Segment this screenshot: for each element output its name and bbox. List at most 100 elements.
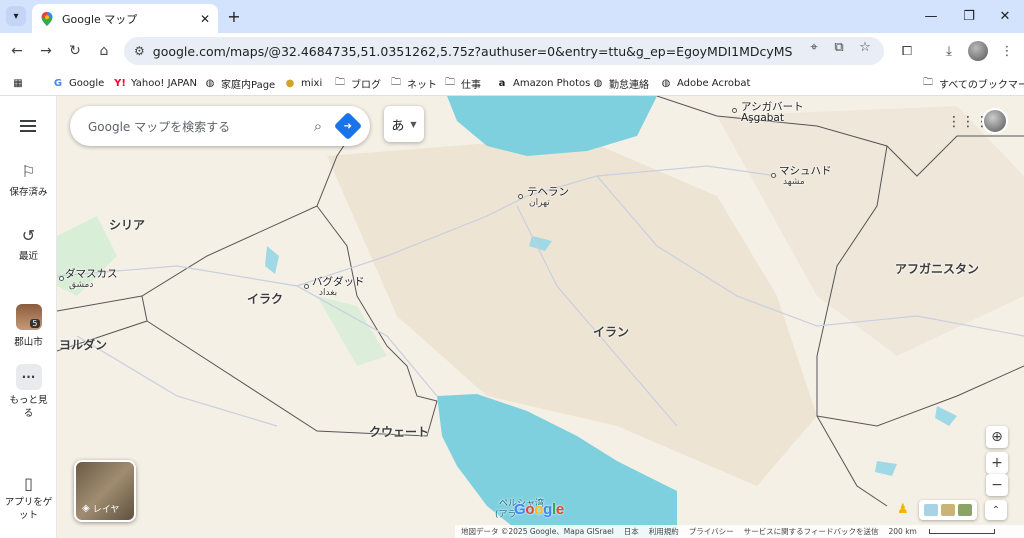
mixi-icon: ●	[285, 77, 295, 89]
back-button[interactable]: ←	[6, 40, 28, 62]
map-label-iran[interactable]: イラン	[593, 323, 629, 340]
history-icon: ↺	[21, 226, 36, 245]
scale-bar	[928, 529, 995, 534]
map-label-afghanistan[interactable]: アフガニスタン	[895, 260, 979, 277]
folder-icon: 🗀	[445, 76, 455, 88]
terms-link[interactable]: 利用規約	[649, 526, 679, 537]
google-maps-icon	[41, 11, 53, 26]
globe-icon: ◍	[661, 77, 671, 89]
directions-icon[interactable]: ➜	[333, 111, 363, 141]
imagery-thumbnails[interactable]	[919, 500, 977, 520]
map-search-box[interactable]: Google マップを検索する ⌕ ➜	[70, 106, 370, 146]
reload-button[interactable]: ↻	[64, 40, 86, 62]
account-avatar[interactable]	[982, 108, 1008, 134]
tab-google-maps[interactable]: Google マップ ✕	[32, 4, 218, 33]
map-label-mashhad-local: مشهد	[783, 177, 805, 187]
map-label-baghdad[interactable]: バグダッド	[312, 274, 365, 289]
city-marker-mashhad[interactable]	[771, 173, 776, 178]
bookmark-folder-blog[interactable]: 🗀 ブログ	[334, 74, 381, 92]
zoom-out-button[interactable]: −	[986, 474, 1008, 496]
address-bar[interactable]: ⚙ google.com/maps/@32.4684735,51.0351262…	[124, 37, 884, 65]
browser-toolbar: ← → ↻ ⌂ ⚙ google.com/maps/@32.4684735,51…	[0, 33, 1024, 69]
imagery-thumb-2[interactable]	[940, 504, 955, 516]
bookmark-amazon-photos[interactable]: a Amazon Photos	[496, 74, 591, 92]
layers-button[interactable]: ◈ レイヤ	[74, 460, 136, 522]
map-terrain	[57, 96, 1024, 538]
map-label-damascus[interactable]: ダマスカス	[65, 266, 118, 281]
imagery-thumb-1[interactable]	[923, 504, 938, 516]
home-button[interactable]: ⌂	[93, 40, 115, 62]
search-icon[interactable]: ⌕	[304, 117, 332, 135]
bookmark-home-page[interactable]: ◍ 家庭内Page	[204, 74, 276, 92]
bookmark-folder-work[interactable]: 🗀 仕事	[444, 74, 481, 92]
map-label-jordan[interactable]: ヨルダン	[59, 336, 107, 353]
city-marker-ashgabat[interactable]	[732, 108, 737, 113]
download-icon[interactable]: ⤓	[938, 40, 960, 62]
map-footer: 地図データ ©2025 Google、Mapa GISrael 日本 利用規約 …	[455, 525, 1024, 538]
forward-button[interactable]: →	[35, 40, 57, 62]
all-bookmarks-folder[interactable]: 🗀すべてのブックマーク	[922, 74, 1024, 92]
feedback-link[interactable]: サービスに関するフィードバックを送信	[744, 526, 879, 537]
bookmark-google[interactable]: G Google	[52, 74, 104, 92]
url-text[interactable]: google.com/maps/@32.4684735,51.0351262,5…	[153, 44, 793, 59]
google-logo: Google	[514, 501, 564, 518]
more-dots-icon: ···	[15, 364, 42, 390]
pegman-icon[interactable]: ♟	[897, 502, 913, 520]
city-marker-damascus[interactable]	[59, 276, 64, 281]
install-app-icon[interactable]: ⧉	[831, 39, 847, 55]
google-apps-icon[interactable]: ⋮⋮⋮	[947, 114, 989, 130]
bookmark-adobe-acrobat[interactable]: ◍ Adobe Acrobat	[660, 74, 751, 92]
sidebar-item-get-app[interactable]: ▯ アプリをゲット	[0, 474, 57, 522]
privacy-link[interactable]: プライバシー	[689, 526, 734, 537]
city-marker-baghdad[interactable]	[304, 284, 309, 289]
new-tab-button[interactable]: +	[224, 6, 244, 26]
map-label-mashhad[interactable]: マシュハド	[779, 163, 832, 178]
folder-icon: 🗀	[335, 76, 345, 88]
scale-label[interactable]: 200 km	[889, 527, 1005, 536]
zoom-in-button[interactable]: +	[986, 452, 1008, 474]
profile-avatar[interactable]	[968, 41, 988, 61]
sidebar-item-koriyama[interactable]: 5 郡山市	[0, 304, 57, 348]
close-window-button[interactable]: ✕	[986, 0, 1024, 33]
sidebar-item-recent[interactable]: ↺ 最近	[0, 226, 57, 262]
layers-icon: ◈	[82, 503, 90, 514]
sidebar-item-more[interactable]: ··· もっと見る	[0, 364, 57, 420]
bookmark-folder-net[interactable]: 🗀 ネット	[390, 74, 437, 92]
tab-strip: ▾ Google マップ ✕ + — ❐ ✕	[0, 0, 1024, 33]
menu-hamburger-icon[interactable]	[20, 120, 36, 132]
input-method-button[interactable]: あ ▼	[384, 106, 424, 142]
search-input[interactable]: Google マップを検索する	[88, 118, 304, 135]
expand-chevron-up-icon[interactable]: ⌃	[985, 500, 1007, 520]
close-tab-icon[interactable]: ✕	[200, 12, 210, 26]
map-canvas[interactable]: シリア ダマスカス دمشق イラク バグダッド بغداد ヨルダン クウェー…	[57, 96, 1024, 538]
country-link[interactable]: 日本	[624, 526, 639, 537]
globe-icon: ◍	[205, 77, 215, 89]
city-marker-tehran[interactable]	[518, 194, 523, 199]
map-label-tehran[interactable]: テヘラン	[527, 184, 569, 199]
tab-title: Google マップ	[62, 12, 138, 26]
folder-icon: 🗀	[923, 76, 933, 88]
amazon-icon: a	[498, 77, 506, 89]
site-info-icon[interactable]: ⚙	[134, 44, 145, 58]
imagery-thumb-3[interactable]	[958, 504, 973, 516]
bookmark-mixi[interactable]: ● mixi	[284, 74, 323, 92]
map-label-iraq[interactable]: イラク	[247, 290, 283, 307]
bookmark-yahoo[interactable]: Y! Yahoo! JAPAN	[114, 74, 197, 92]
folder-icon: 🗀	[391, 76, 401, 88]
location-icon[interactable]: ⌖	[806, 39, 822, 55]
map-label-kuwait[interactable]: クウェート	[369, 423, 429, 440]
apps-grid-icon[interactable]: ▦	[12, 74, 29, 92]
my-location-button[interactable]: ⊕	[986, 426, 1008, 448]
sidebar-item-saved[interactable]: ⚐ 保存済み	[0, 162, 57, 198]
map-label-syria[interactable]: シリア	[109, 216, 145, 233]
tab-search-button[interactable]: ▾	[6, 6, 26, 26]
restore-button[interactable]: ❐	[950, 0, 988, 33]
map-label-damascus-local: دمشق	[69, 280, 94, 290]
extensions-icon[interactable]: ⧠	[896, 40, 918, 62]
minimize-button[interactable]: —	[912, 0, 950, 33]
place-thumbnail: 5	[15, 304, 42, 330]
menu-kebab-icon[interactable]: ⋮	[996, 40, 1018, 62]
bookmark-attendance[interactable]: ◍ 勤怠連絡	[592, 74, 649, 92]
bookmark-icon: ⚐	[21, 162, 36, 181]
bookmark-star-icon[interactable]: ☆	[857, 39, 873, 55]
